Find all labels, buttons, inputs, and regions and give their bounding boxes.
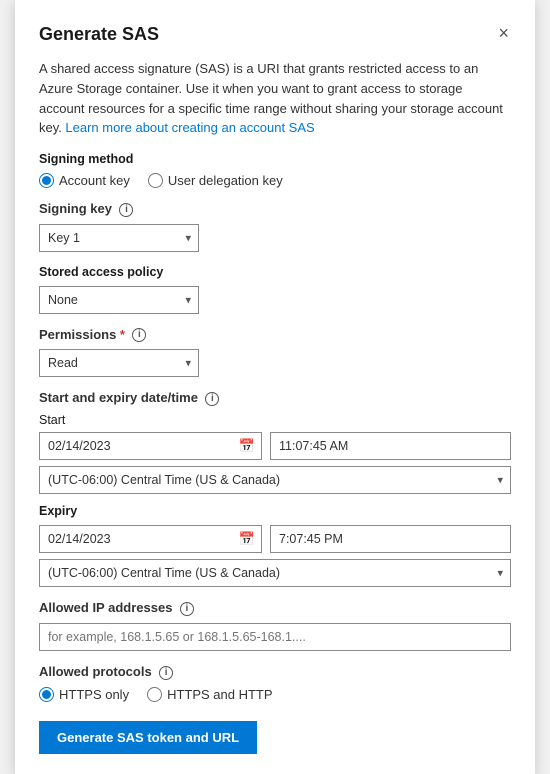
stored-access-policy-section: Stored access policy None ▾: [39, 265, 511, 314]
user-delegation-label: User delegation key: [168, 173, 283, 188]
https-http-radio[interactable]: [147, 687, 162, 702]
expiry-time-input[interactable]: [270, 525, 511, 553]
start-timezone-select[interactable]: (UTC-06:00) Central Time (US & Canada) (…: [39, 466, 511, 494]
permissions-select[interactable]: Read Write Delete List Add Create: [39, 349, 199, 377]
close-button[interactable]: ×: [496, 24, 511, 42]
allowed-protocols-label: Allowed protocols i: [39, 664, 511, 680]
stored-access-policy-label: Stored access policy: [39, 265, 511, 279]
permissions-info-icon[interactable]: i: [132, 328, 146, 342]
expiry-label: Expiry: [39, 504, 511, 518]
permissions-section: Permissions * i Read Write Delete List A…: [39, 327, 511, 378]
user-delegation-option[interactable]: User delegation key: [148, 173, 283, 188]
stored-access-policy-select-wrapper: None ▾: [39, 286, 199, 314]
start-expiry-label: Start and expiry date/time i: [39, 390, 511, 406]
https-http-label: HTTPS and HTTP: [167, 687, 272, 702]
permissions-required-marker: *: [120, 327, 125, 342]
description-text: A shared access signature (SAS) is a URI…: [39, 59, 511, 138]
stored-access-policy-select[interactable]: None: [39, 286, 199, 314]
permissions-select-wrapper: Read Write Delete List Add Create ▾: [39, 349, 199, 377]
learn-more-link[interactable]: Learn more about creating an account SAS: [65, 120, 314, 135]
expiry-timezone-select[interactable]: (UTC-06:00) Central Time (US & Canada) (…: [39, 559, 511, 587]
signing-key-select[interactable]: Key 1 Key 2: [39, 224, 199, 252]
start-label: Start: [39, 413, 511, 427]
start-date-time-row: 📅: [39, 432, 511, 460]
signing-key-label: Signing key i: [39, 201, 511, 217]
allowed-ip-input[interactable]: [39, 623, 511, 651]
permissions-label: Permissions * i: [39, 327, 511, 343]
start-date-input[interactable]: [39, 432, 262, 460]
expiry-date-wrapper: 📅: [39, 525, 262, 553]
signing-method-label: Signing method: [39, 152, 511, 166]
dialog-header: Generate SAS ×: [39, 24, 511, 45]
expiry-timezone-wrapper: (UTC-06:00) Central Time (US & Canada) (…: [39, 559, 511, 587]
expiry-date-input[interactable]: [39, 525, 262, 553]
https-only-label: HTTPS only: [59, 687, 129, 702]
https-only-radio[interactable]: [39, 687, 54, 702]
signing-key-section: Signing key i Key 1 Key 2 ▾: [39, 201, 511, 252]
allowed-ip-info-icon[interactable]: i: [180, 602, 194, 616]
account-key-option[interactable]: Account key: [39, 173, 130, 188]
generate-sas-button[interactable]: Generate SAS token and URL: [39, 721, 257, 754]
start-expiry-section: Start and expiry date/time i Start 📅 (UT…: [39, 390, 511, 587]
dialog-title: Generate SAS: [39, 24, 159, 45]
signing-method-radio-group: Account key User delegation key: [39, 173, 511, 188]
allowed-protocols-info-icon[interactable]: i: [159, 666, 173, 680]
start-timezone-wrapper: (UTC-06:00) Central Time (US & Canada) (…: [39, 466, 511, 494]
generate-sas-dialog: Generate SAS × A shared access signature…: [15, 0, 535, 774]
https-http-option[interactable]: HTTPS and HTTP: [147, 687, 272, 702]
allowed-protocols-section: Allowed protocols i HTTPS only HTTPS and…: [39, 664, 511, 702]
user-delegation-radio[interactable]: [148, 173, 163, 188]
https-only-option[interactable]: HTTPS only: [39, 687, 129, 702]
account-key-label: Account key: [59, 173, 130, 188]
signing-method-section: Signing method Account key User delegati…: [39, 152, 511, 188]
allowed-ip-section: Allowed IP addresses i: [39, 600, 511, 651]
start-time-input[interactable]: [270, 432, 511, 460]
signing-key-info-icon[interactable]: i: [119, 203, 133, 217]
signing-key-select-wrapper: Key 1 Key 2 ▾: [39, 224, 199, 252]
start-date-wrapper: 📅: [39, 432, 262, 460]
account-key-radio[interactable]: [39, 173, 54, 188]
allowed-ip-label: Allowed IP addresses i: [39, 600, 511, 616]
allowed-protocols-radio-group: HTTPS only HTTPS and HTTP: [39, 687, 511, 702]
start-expiry-info-icon[interactable]: i: [205, 392, 219, 406]
expiry-date-time-row: 📅: [39, 525, 511, 553]
